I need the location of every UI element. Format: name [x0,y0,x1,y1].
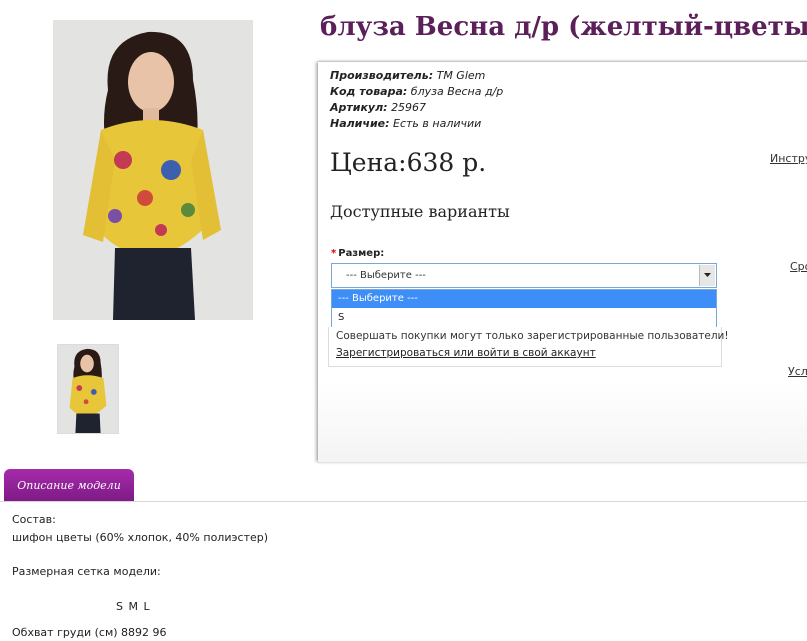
size-select[interactable]: --- Выберите --- [331,263,717,288]
meta-availability: Наличие: Есть в наличии [330,117,482,130]
registration-notice: Совершать покупки могут только зарегистр… [328,327,729,367]
product-photo-illustration [53,20,253,320]
product-title: блуза Весна д/р (желтый-цветы) [320,12,807,42]
size-dropdown-list: --- Выберите --- S [331,289,717,328]
size-select-value: --- Выберите --- [346,270,426,281]
tab-divider [0,501,807,502]
variants-heading: Доступные варианты [330,202,510,221]
size-chart-chest-row: Обхват груди (см) 8892 96 [12,626,167,639]
size-chart-headers: S M L [116,600,151,613]
dropdown-arrow-icon[interactable] [699,265,715,286]
product-thumbnail[interactable] [57,344,119,434]
meta-article: Артикул: 25967 [330,101,427,114]
size-option-s[interactable]: S [332,309,716,327]
product-main-image[interactable] [53,20,253,320]
product-info-panel: Производитель: TM Glem Код товара: блуза… [318,62,807,462]
size-chart-label: Размерная сетка модели: [12,565,161,578]
meta-manufacturer: Производитель: TM Glem [330,69,486,82]
size-label: * Размер: [331,248,385,259]
thumbnail-illustration [58,345,118,433]
meta-product-code: Код товара: блуза Весна д/р [330,85,504,98]
side-link-3[interactable]: Усл [788,365,807,378]
product-price: Цена:638 р. [330,148,487,177]
size-option-placeholder[interactable]: --- Выберите --- [332,290,716,308]
composition-value: шифон цветы (60% хлопок, 40% полиэстер) [12,531,269,544]
tab-description[interactable]: Описание модели [4,469,134,502]
product-meta-list: Производитель: TM Glem Код товара: блуза… [330,68,503,132]
required-mark: * [331,248,337,259]
side-link-2[interactable]: Срo [790,260,807,273]
registration-notice-text: Совершать покупки могут только зарегистр… [336,330,729,342]
register-login-link[interactable]: Зарегистрироваться или войти в свой акка… [336,347,596,359]
side-link-instructions[interactable]: Инстру [770,152,807,165]
composition-label: Состав: [12,513,56,526]
